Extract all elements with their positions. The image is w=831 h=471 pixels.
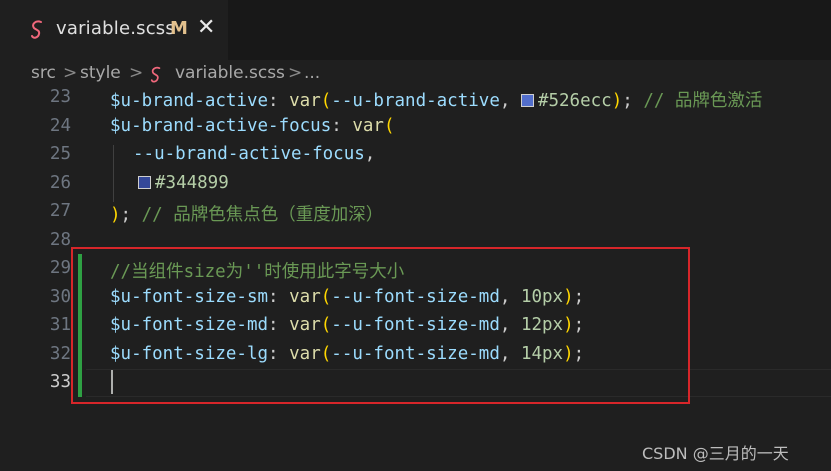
code-line[interactable]: 23 $u-brand-active: var(--u-brand-active… xyxy=(0,86,831,115)
line-number: 33 xyxy=(49,372,71,392)
sass-icon xyxy=(150,66,161,83)
line-number: 31 xyxy=(49,315,71,335)
tab-bar: variable.scss M ✕ xyxy=(0,0,831,60)
breadcrumb-item-file[interactable]: variable.scss xyxy=(175,63,285,83)
sass-icon xyxy=(31,20,42,39)
modified-badge: M xyxy=(170,18,188,39)
tab-variable-scss[interactable]: variable.scss M ✕ xyxy=(0,0,228,60)
code-text: --u-brand-active-focus, xyxy=(133,144,376,164)
line-number: 24 xyxy=(49,115,71,136)
close-icon[interactable]: ✕ xyxy=(197,16,215,40)
line-number: 25 xyxy=(49,144,71,164)
code-line[interactable]: 25 --u-brand-active-focus, xyxy=(0,143,831,172)
chevron-right-icon: > xyxy=(129,63,144,83)
breadcrumb-item-symbol[interactable]: ... xyxy=(304,63,320,83)
code-text: ); // 品牌色焦点色（重度加深） xyxy=(110,205,384,225)
code-line[interactable]: 24 $u-brand-active-focus: var( xyxy=(0,115,831,144)
color-swatch[interactable] xyxy=(138,175,151,189)
color-swatch[interactable] xyxy=(520,94,534,107)
line-number: 30 xyxy=(49,286,71,307)
chevron-right-icon: > xyxy=(288,63,303,83)
watermark: CSDN @三月的一天 xyxy=(642,444,789,463)
line-number: 32 xyxy=(49,343,71,364)
code-line[interactable]: 26 #344899 xyxy=(0,172,831,201)
tab-label: variable.scss xyxy=(56,18,175,39)
breadcrumb-item-style[interactable]: style xyxy=(80,63,121,83)
line-number: 26 xyxy=(49,172,71,193)
code-text: #344899 xyxy=(138,173,229,193)
line-number: 28 xyxy=(49,229,71,250)
code-line[interactable]: 27 ); // 品牌色焦点色（重度加深） xyxy=(0,200,831,229)
line-number: 27 xyxy=(49,201,71,221)
line-number: 29 xyxy=(49,258,71,278)
code-editor[interactable]: 23 $u-brand-active: var(--u-brand-active… xyxy=(0,86,831,471)
breadcrumb: src > style > variable.scss > ... xyxy=(0,60,831,88)
code-text: $u-brand-active: var(--u-brand-active, #… xyxy=(110,91,763,111)
breadcrumb-item-src[interactable]: src xyxy=(31,63,56,83)
annotation-box xyxy=(71,247,690,404)
chevron-right-icon: > xyxy=(63,63,78,83)
code-text: $u-brand-active-focus: var( xyxy=(110,115,395,136)
line-number: 23 xyxy=(49,87,71,107)
